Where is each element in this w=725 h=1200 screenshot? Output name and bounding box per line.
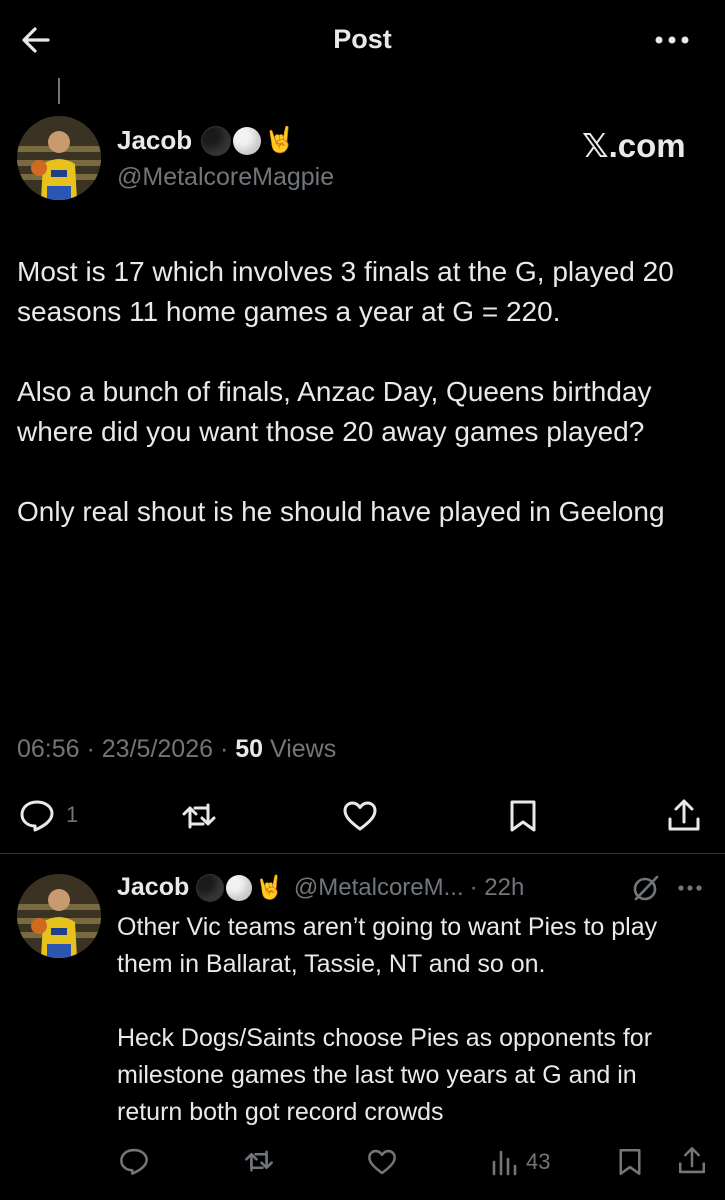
bookmark-icon [619, 1148, 641, 1176]
white-circle-icon [233, 126, 262, 155]
heart-icon [343, 801, 377, 831]
author-handle[interactable]: @MetalcoreMagpie [117, 163, 334, 192]
reply-paragraph: Other Vic teams aren’t going to want Pie… [117, 913, 658, 978]
like-button[interactable] [341, 797, 379, 835]
heart-icon [368, 1149, 396, 1175]
reply-share-button[interactable] [676, 1145, 708, 1177]
reply-like-button[interactable] [366, 1146, 398, 1178]
reply-bookmark-button[interactable] [614, 1146, 646, 1178]
grok-icon [633, 875, 659, 901]
reply-icon [120, 1148, 148, 1175]
post-paragraph: Most is 17 which involves 3 finals at th… [17, 256, 674, 327]
post-paragraph: Only real shout is he should have played… [17, 496, 665, 527]
reply-icon [20, 800, 54, 832]
avatar-image [17, 874, 101, 958]
post-metadata: 06:56 · 23/5/2026 · 50 Views [17, 735, 337, 763]
page-title: Post [333, 24, 392, 54]
divider [0, 853, 725, 854]
author-name[interactable]: Jacob [117, 125, 192, 156]
more-options-button[interactable] [650, 26, 694, 54]
post-paragraph: Also a bunch of finals, Anzac Day, Queen… [17, 376, 652, 447]
reply-reply-button[interactable] [118, 1145, 150, 1177]
horns-hand-icon: 🤘 [255, 874, 284, 900]
white-circle-icon [226, 874, 253, 901]
views-label: Views [263, 735, 337, 763]
reply-paragraph: Heck Dogs/Saints choose Pies as opponent… [117, 1024, 653, 1126]
bar-chart-icon [492, 1150, 517, 1176]
reply-button[interactable]: 1 [18, 796, 78, 834]
reply-author-name[interactable]: Jacob [117, 873, 189, 902]
more-horizontal-icon [655, 36, 689, 44]
views-count[interactable]: 50 [235, 735, 263, 763]
share-icon [678, 1147, 706, 1174]
reply-repost-button[interactable] [243, 1145, 275, 1177]
reply-author-handle[interactable]: @MetalcoreM... [294, 874, 464, 902]
bookmark-icon [510, 800, 536, 832]
horns-hand-icon: 🤘 [264, 126, 296, 154]
more-horizontal-icon [678, 885, 702, 891]
reply-text: Other Vic teams aren’t going to want Pie… [117, 909, 707, 1168]
reply-views-count: 43 [526, 1149, 551, 1174]
repost-icon [245, 1150, 273, 1172]
avatar-image [17, 116, 101, 200]
share-button[interactable] [665, 797, 703, 835]
reply-views-button[interactable]: 43 [490, 1147, 550, 1177]
black-circle-icon [202, 126, 231, 155]
thread-connector-line [58, 78, 60, 104]
bookmark-button[interactable] [504, 797, 542, 835]
share-icon [668, 799, 700, 831]
black-circle-icon [197, 874, 224, 901]
reply-time: · 22h [469, 873, 525, 901]
post-time: 06:56 [17, 735, 80, 763]
post-text: Most is 17 which involves 3 finals at th… [17, 252, 717, 572]
reply-count: 1 [66, 802, 79, 827]
x-com-badge: 𝕏.com [582, 127, 686, 164]
reply-header: Jacob 🤘 @MetalcoreM... · 22h [117, 873, 524, 902]
grok-button[interactable] [630, 872, 662, 904]
avatar[interactable] [17, 874, 101, 958]
post-date: 23/5/2026 [101, 735, 213, 763]
repost-button[interactable] [180, 797, 218, 835]
reply-more-button[interactable] [675, 878, 705, 898]
avatar[interactable] [17, 116, 101, 200]
repost-icon [182, 803, 216, 829]
